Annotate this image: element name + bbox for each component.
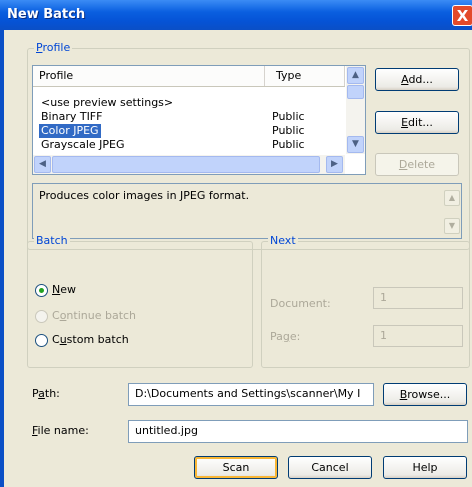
- delete-button[interactable]: Delete: [375, 153, 459, 176]
- window-frame-left: [0, 30, 4, 487]
- close-button[interactable]: X: [452, 5, 472, 26]
- profile-type: Public: [272, 110, 305, 123]
- profile-description-text: Produces color images in JPEG format.: [39, 189, 250, 202]
- cancel-button[interactable]: Cancel: [288, 456, 372, 479]
- new-batch-label-rest: ew: [60, 283, 76, 296]
- continue-batch-label[interactable]: Continue batch: [52, 309, 136, 322]
- file-name-field[interactable]: untitled.jpg: [128, 420, 468, 443]
- new-batch-radio[interactable]: [35, 284, 48, 297]
- window-title: New Batch: [7, 7, 86, 22]
- scroll-down-icon[interactable]: ▼: [347, 136, 364, 153]
- help-button[interactable]: Help: [383, 456, 467, 479]
- document-field[interactable]: 1: [373, 287, 463, 309]
- file-name-label: File name:: [32, 424, 89, 437]
- title-bar: New Batch X: [0, 0, 472, 30]
- page-field[interactable]: 1: [373, 325, 463, 347]
- add-button-rest: dd...: [408, 73, 433, 86]
- profile-legend: Profile: [34, 41, 73, 54]
- scrollbar-thumb[interactable]: [347, 85, 364, 99]
- profile-list-horizontal-scrollbar[interactable]: ◀ ▶: [33, 155, 345, 174]
- browse-button[interactable]: Browse...: [383, 383, 467, 406]
- batch-group: Batch: [27, 234, 253, 368]
- profile-list-header: Profile Type: [33, 66, 345, 87]
- document-label: Document:: [270, 297, 331, 310]
- next-legend: Next: [268, 234, 298, 247]
- profile-list-vertical-scrollbar[interactable]: ▲ ▼: [346, 66, 365, 154]
- scroll-right-icon[interactable]: ▶: [326, 156, 343, 173]
- path-label: Path:: [32, 387, 60, 400]
- scan-button[interactable]: Scan: [194, 456, 278, 479]
- scroll-up-icon: ▲: [444, 190, 460, 206]
- batch-legend: Batch: [34, 234, 70, 247]
- path-label-rest: th:: [44, 387, 60, 400]
- continue-batch-radio[interactable]: [35, 310, 48, 323]
- scrollbar-thumb[interactable]: [52, 156, 320, 173]
- profile-description: Produces color images in JPEG format. ▲ …: [32, 183, 462, 239]
- profile-name: Color JPEG: [39, 124, 101, 138]
- profile-list[interactable]: Profile Type <use preview settings> Bina…: [32, 65, 366, 175]
- profile-name: <use preview settings>: [41, 96, 174, 109]
- page-label: Page:: [270, 330, 301, 343]
- page-label-rest: e:: [289, 330, 301, 343]
- profile-type: Public: [272, 124, 305, 137]
- list-item[interactable]: Binary TIFF Public: [33, 110, 345, 124]
- file-name-label-rest: ile name:: [37, 424, 89, 437]
- add-button[interactable]: Add...: [375, 68, 459, 91]
- profile-type: Public: [272, 138, 305, 151]
- delete-button-rest: elete: [407, 158, 436, 171]
- edit-button[interactable]: Edit...: [375, 111, 459, 134]
- custom-batch-label-rest: stom batch: [66, 333, 129, 346]
- scroll-up-icon[interactable]: ▲: [347, 67, 364, 84]
- path-field[interactable]: D:\Documents and Settings\scanner\My I: [128, 383, 374, 406]
- scroll-down-icon: ▼: [444, 218, 460, 234]
- list-item[interactable]: <use preview settings>: [33, 96, 345, 110]
- edit-button-rest: dit...: [408, 116, 433, 129]
- new-batch-label[interactable]: New: [52, 283, 76, 296]
- column-header-type[interactable]: Type: [265, 66, 345, 86]
- custom-batch-radio[interactable]: [35, 334, 48, 347]
- profile-name: Grayscale JPEG: [41, 138, 125, 151]
- continue-batch-label-rest: ntinue batch: [66, 309, 137, 322]
- profile-name: Binary TIFF: [41, 110, 103, 123]
- browse-button-rest: rowse...: [407, 388, 451, 401]
- custom-batch-label[interactable]: Custom batch: [52, 333, 129, 346]
- list-item[interactable]: Grayscale JPEG Public: [33, 138, 345, 151]
- list-item-selected[interactable]: Color JPEG Public: [33, 124, 345, 138]
- column-header-profile[interactable]: Profile: [33, 66, 265, 86]
- profile-legend-rest: rofile: [42, 41, 71, 54]
- scroll-left-icon[interactable]: ◀: [34, 156, 51, 173]
